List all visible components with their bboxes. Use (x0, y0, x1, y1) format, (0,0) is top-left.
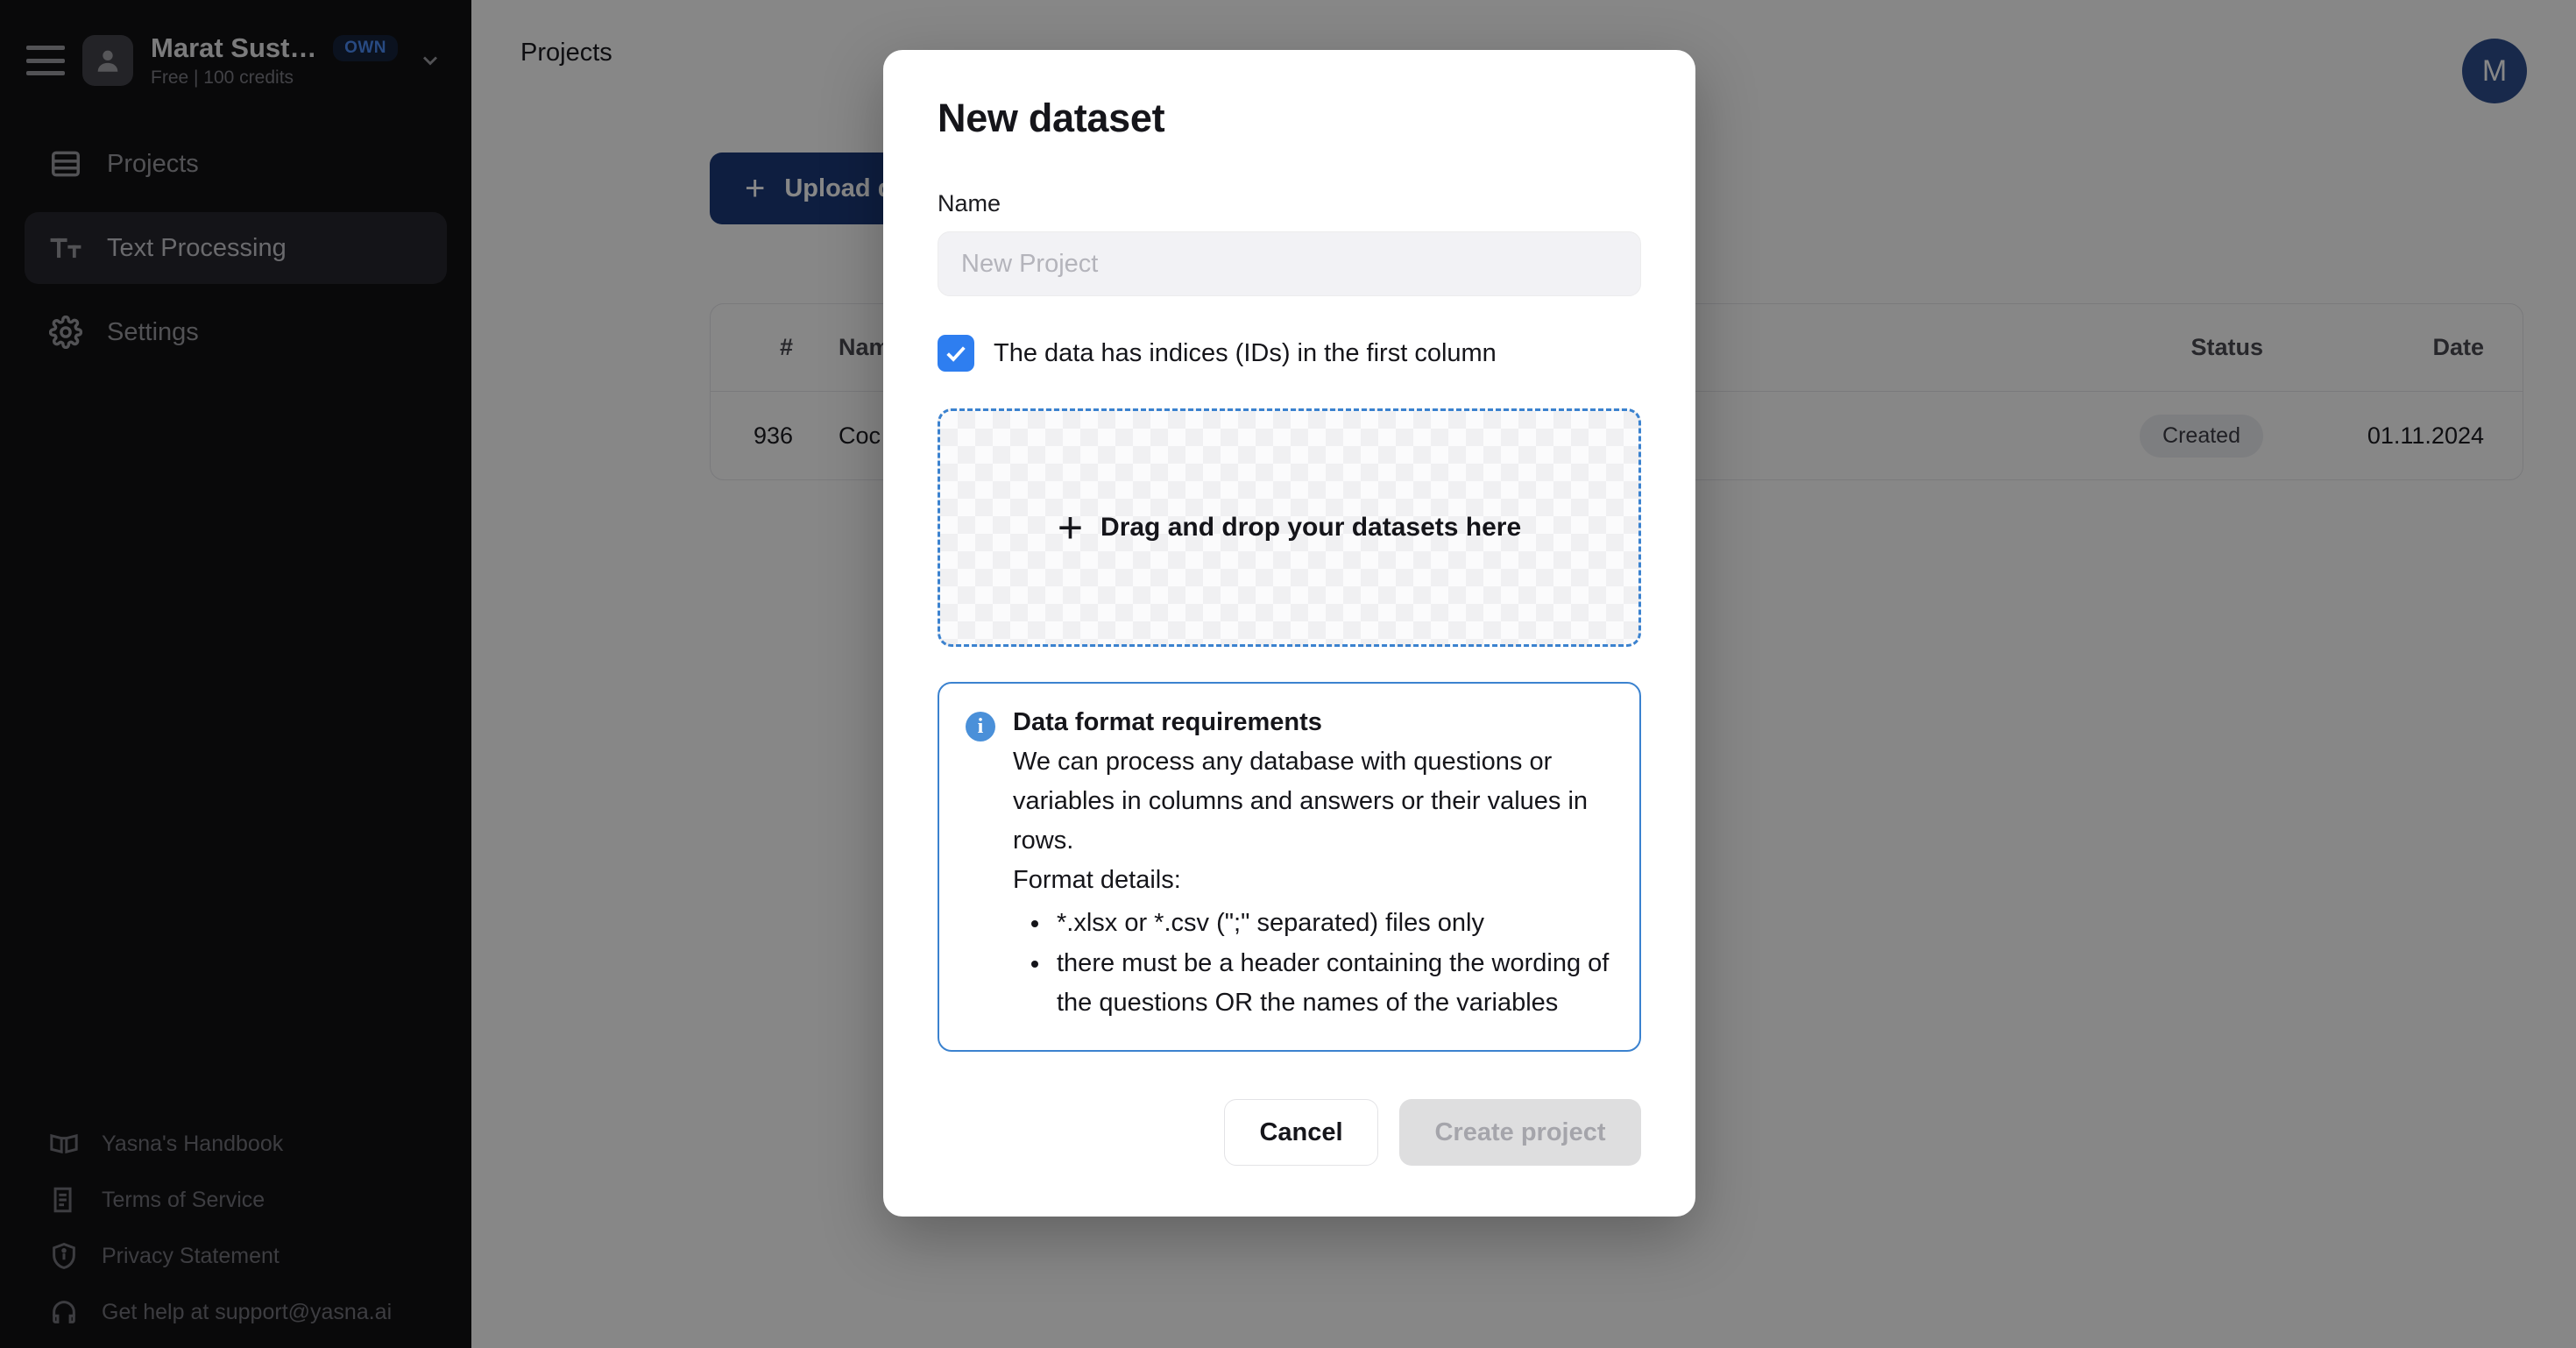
dataset-dropzone[interactable]: + Drag and drop your datasets here (938, 408, 1641, 647)
info-body: Data format requirements We can process … (1013, 708, 1613, 1024)
dropzone-label: Drag and drop your datasets here (1100, 513, 1522, 542)
dialog-title: New dataset (938, 96, 1165, 140)
plus-icon: + (1057, 503, 1084, 552)
indices-checkbox[interactable] (938, 335, 974, 372)
data-format-info-box: i Data format requirements We can proces… (938, 682, 1641, 1053)
name-input[interactable] (938, 231, 1641, 296)
info-paragraph: We can process any database with questio… (1013, 748, 1589, 855)
info-icon: i (966, 712, 995, 741)
check-icon (946, 346, 966, 362)
indices-checkbox-row[interactable]: The data has indices (IDs) in the first … (938, 335, 1641, 372)
list-item: *.xlsx or *.csv (";" separated) files on… (1051, 904, 1613, 944)
create-project-button[interactable]: Create project (1399, 1099, 1641, 1167)
list-item: there must be a header containing the wo… (1051, 944, 1613, 1025)
info-title: Data format requirements (1013, 708, 1322, 736)
indices-checkbox-label: The data has indices (IDs) in the first … (994, 338, 1497, 367)
cancel-button[interactable]: Cancel (1224, 1099, 1378, 1167)
dialog-footer: Cancel Create project (938, 1099, 1641, 1167)
name-field-label: Name (938, 190, 1001, 216)
info-bullet-list: *.xlsx or *.csv (";" separated) files on… (1051, 904, 1613, 1024)
info-details-label: Format details: (1013, 865, 1181, 894)
app-root: Marat Sustav... OWN Free | 100 credits P… (0, 0, 2576, 1348)
new-dataset-dialog: New dataset Name The data has indices (I… (883, 50, 1695, 1217)
